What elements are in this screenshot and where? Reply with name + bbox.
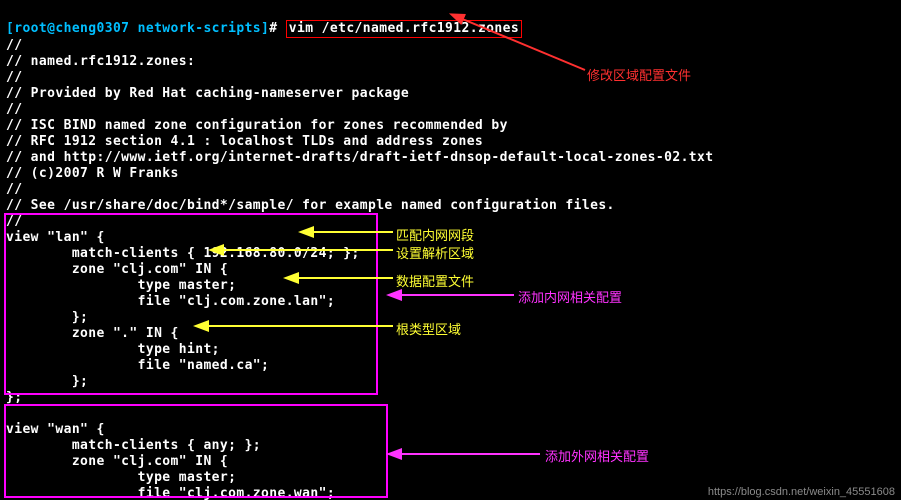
lan-8: file "named.ca"; (6, 358, 269, 373)
hdr-10: // See /usr/share/doc/bind*/sample/ for … (6, 198, 615, 213)
hdr-6: // RFC 1912 section 4.1 : localhost TLDs… (6, 134, 483, 149)
hdr-11: // (6, 214, 22, 229)
lan-9: }; (6, 374, 88, 389)
ann-y1: 匹配内网网段 (396, 225, 474, 244)
wan-0: view "wan" { (6, 422, 105, 437)
lan-1: match-clients { 192.168.80.0/24; }; (6, 246, 360, 261)
lan-2: zone "clj.com" IN { (6, 262, 228, 277)
lan-0: view "lan" { (6, 230, 105, 245)
lan-6: zone "." IN { (6, 326, 179, 341)
watermark: https://blog.csdn.net/weixin_45551608 (708, 486, 895, 498)
wan-1: match-clients { any; }; (6, 438, 261, 453)
lan-4: file "clj.com.zone.lan"; (6, 294, 335, 309)
ann-y4: 根类型区域 (396, 319, 461, 338)
wan-4: file "clj.com.zone.wan"; (6, 486, 335, 500)
prompt-hash: # (269, 21, 277, 36)
hdr-3: // Provided by Red Hat caching-nameserve… (6, 86, 409, 101)
ann-y3: 数据配置文件 (396, 271, 474, 290)
command-text: vim /etc/named.rfc1912.zones (289, 21, 519, 36)
hdr-1: // named.rfc1912.zones: (6, 54, 195, 69)
hdr-0: // (6, 38, 22, 53)
hdr-9: // (6, 182, 22, 197)
ann-top: 修改区域配置文件 (587, 65, 691, 84)
lan-10: }; (6, 390, 22, 405)
hdr-7: // and http://www.ietf.org/internet-draf… (6, 150, 714, 165)
command-box: vim /etc/named.rfc1912.zones (286, 20, 522, 38)
wan-2: zone "clj.com" IN { (6, 454, 228, 469)
hdr-5: // ISC BIND named zone configuration for… (6, 118, 508, 133)
ann-m1: 添加内网相关配置 (518, 287, 622, 306)
wan-3: type master; (6, 470, 236, 485)
ann-m2: 添加外网相关配置 (545, 446, 649, 465)
hdr-8: // (c)2007 R W Franks (6, 166, 179, 181)
lan-5: }; (6, 310, 88, 325)
hdr-4: // (6, 102, 22, 117)
lan-3: type master; (6, 278, 236, 293)
ann-y2: 设置解析区域 (396, 243, 474, 262)
prompt-user-host: [root@cheng0307 network-scripts] (6, 21, 269, 36)
hdr-2: // (6, 70, 22, 85)
lan-7: type hint; (6, 342, 220, 357)
